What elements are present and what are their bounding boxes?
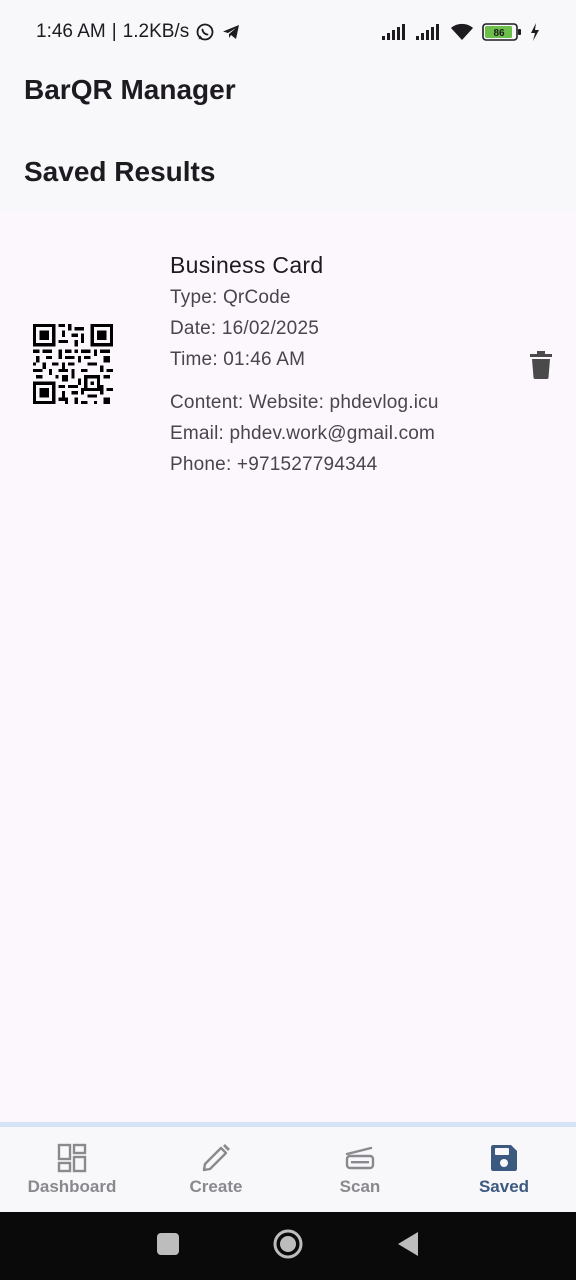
system-nav-bar xyxy=(0,1212,576,1280)
whatsapp-icon xyxy=(195,22,215,42)
nav-item-dashboard[interactable]: Dashboard xyxy=(0,1127,144,1212)
result-phone: Phone: +971527794344 xyxy=(170,454,378,475)
qr-code-icon xyxy=(33,324,113,404)
nav-label-scan: Scan xyxy=(339,1176,381,1196)
network-speed: 1.2KB/s xyxy=(122,21,190,42)
status-left: 1:46 AM | 1.2KB/s xyxy=(36,21,241,43)
dashboard-icon xyxy=(57,1143,87,1172)
nav-item-scan[interactable]: Scan xyxy=(288,1127,432,1212)
nav-label-dashboard: Dashboard xyxy=(27,1176,117,1196)
pencil-icon xyxy=(202,1143,230,1171)
result-title: Business Card xyxy=(170,252,324,278)
result-details: Business Card Type: QrCode Date: 16/02/2… xyxy=(170,250,510,480)
nav-item-create[interactable]: Create xyxy=(144,1127,288,1212)
delete-button[interactable] xyxy=(526,348,556,382)
nav-label-saved: Saved xyxy=(478,1176,530,1196)
result-type: Type: QrCode xyxy=(170,287,291,308)
app-bar: BarQR Manager Saved Results xyxy=(0,64,576,212)
home-icon[interactable] xyxy=(272,1228,304,1265)
status-bar: 1:46 AM | 1.2KB/s 86 xyxy=(0,0,576,64)
page-title: Saved Results xyxy=(24,156,216,187)
bottom-nav: Dashboard Create Scan Saved xyxy=(0,1122,576,1212)
delete-icon xyxy=(530,351,552,379)
battery-icon: 86 xyxy=(482,23,522,41)
list-item[interactable]: Business Card Type: QrCode Date: 16/02/2… xyxy=(0,242,576,482)
scanner-icon xyxy=(345,1146,375,1169)
saved-results-list: Business Card Type: QrCode Date: 16/02/2… xyxy=(0,212,576,1124)
back-icon[interactable] xyxy=(396,1231,420,1262)
battery-level: 86 xyxy=(493,28,505,39)
signal-icon-2 xyxy=(416,24,442,40)
charging-icon xyxy=(530,23,540,41)
telegram-icon xyxy=(221,22,241,42)
signal-icon xyxy=(382,24,408,40)
nav-item-saved[interactable]: Saved xyxy=(432,1127,576,1212)
save-icon xyxy=(491,1144,517,1171)
result-email: Email: phdev.work@gmail.com xyxy=(170,423,436,444)
nav-label-create: Create xyxy=(189,1176,243,1196)
wifi-icon xyxy=(450,23,474,41)
recents-icon[interactable] xyxy=(156,1232,180,1261)
result-content: Content: Website: phdevlog.icu xyxy=(170,392,439,413)
result-date: Date: 16/02/2025 xyxy=(170,318,319,339)
status-right: 86 xyxy=(382,23,540,41)
result-time: Time: 01:46 AM xyxy=(170,349,306,370)
status-time: 1:46 AM xyxy=(36,21,106,42)
status-separator: | xyxy=(111,21,117,42)
app-title: BarQR Manager xyxy=(24,74,236,105)
